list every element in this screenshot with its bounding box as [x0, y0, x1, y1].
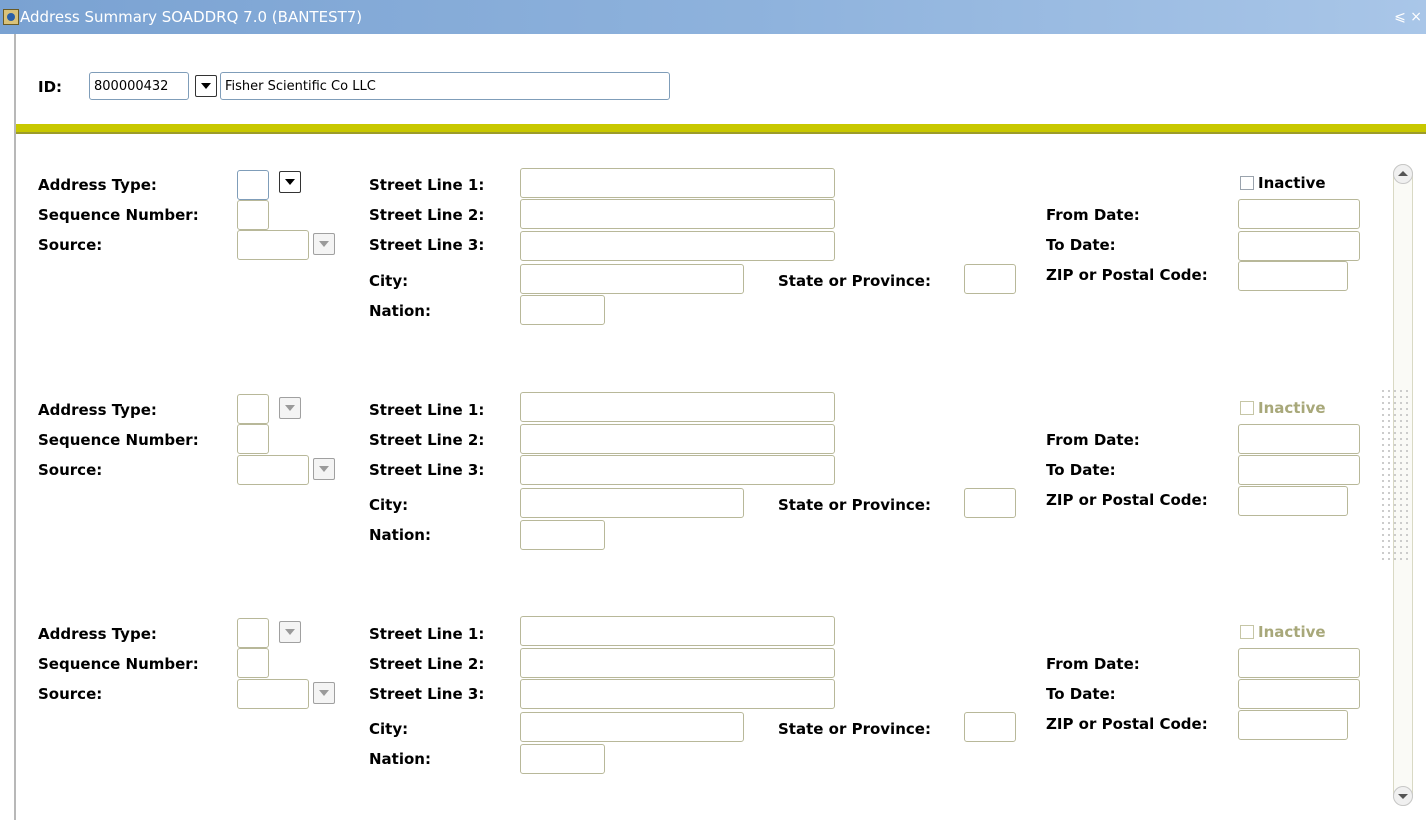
source-label: Source:	[38, 236, 103, 254]
inactive-checkbox[interactable]	[1240, 401, 1254, 415]
id-lookup-button[interactable]	[195, 75, 217, 97]
street-line-2-input[interactable]	[520, 199, 835, 229]
zip-label: ZIP or Postal Code:	[1046, 266, 1208, 284]
nation-input[interactable]	[520, 744, 605, 774]
section-divider-edge	[16, 132, 1426, 134]
section-divider	[16, 124, 1426, 132]
sequence-number-input[interactable]	[237, 424, 269, 454]
nation-label: Nation:	[369, 302, 431, 320]
inactive-checkbox[interactable]	[1240, 625, 1254, 639]
street-line-3-input[interactable]	[520, 231, 835, 261]
sequence-number-label: Sequence Number:	[38, 431, 199, 449]
source-dropdown-button[interactable]	[313, 682, 335, 704]
sequence-number-input[interactable]	[237, 648, 269, 678]
nation-label: Nation:	[369, 526, 431, 544]
from-date-input[interactable]	[1238, 648, 1360, 678]
address-type-dropdown-button[interactable]	[279, 171, 301, 193]
street-line-3-label: Street Line 3:	[369, 461, 485, 479]
city-input[interactable]	[520, 264, 744, 294]
sequence-number-label: Sequence Number:	[38, 655, 199, 673]
to-date-input[interactable]	[1238, 679, 1360, 709]
state-or-province-label: State or Province:	[778, 272, 931, 290]
city-label: City:	[369, 720, 409, 738]
state-or-province-input[interactable]	[964, 264, 1016, 294]
to-date-label: To Date:	[1046, 236, 1116, 254]
inactive-checkbox[interactable]	[1240, 176, 1254, 190]
state-or-province-input[interactable]	[964, 712, 1016, 742]
city-label: City:	[369, 496, 409, 514]
source-input[interactable]	[237, 455, 309, 485]
inactive-label: Inactive	[1258, 399, 1326, 417]
scroll-down-arrow-icon[interactable]	[1393, 786, 1413, 806]
source-dropdown-button[interactable]	[313, 233, 335, 255]
window-title: Address Summary SOADDRQ 7.0 (BANTEST7)	[20, 8, 363, 26]
from-date-label: From Date:	[1046, 431, 1140, 449]
nation-input[interactable]	[520, 520, 605, 550]
scrollbar-thumb[interactable]	[1380, 388, 1410, 564]
city-input[interactable]	[520, 712, 744, 742]
source-label: Source:	[38, 685, 103, 703]
to-date-input[interactable]	[1238, 231, 1360, 261]
street-line-1-input[interactable]	[520, 168, 835, 198]
nation-label: Nation:	[369, 750, 431, 768]
address-type-dropdown-button[interactable]	[279, 397, 301, 419]
window-title-bar: Address Summary SOADDRQ 7.0 (BANTEST7) ⩽…	[0, 0, 1426, 34]
zip-label: ZIP or Postal Code:	[1046, 715, 1208, 733]
zip-input[interactable]	[1238, 261, 1348, 291]
state-or-province-label: State or Province:	[778, 496, 931, 514]
address-type-label: Address Type:	[38, 625, 157, 643]
sequence-number-label: Sequence Number:	[38, 206, 199, 224]
form-left-border	[14, 34, 16, 820]
source-input[interactable]	[237, 679, 309, 709]
source-input[interactable]	[237, 230, 309, 260]
state-or-province-input[interactable]	[964, 488, 1016, 518]
zip-input[interactable]	[1238, 486, 1348, 516]
application-icon	[3, 9, 19, 25]
from-date-input[interactable]	[1238, 424, 1360, 454]
source-label: Source:	[38, 461, 103, 479]
city-input[interactable]	[520, 488, 744, 518]
state-or-province-label: State or Province:	[778, 720, 931, 738]
from-date-label: From Date:	[1046, 206, 1140, 224]
key-block: ID: 800000432 Fisher Scientific Co LLC	[0, 34, 1426, 124]
nation-input[interactable]	[520, 295, 605, 325]
id-label: ID:	[38, 78, 63, 96]
from-date-input[interactable]	[1238, 199, 1360, 229]
window-controls[interactable]: ⩽ ×	[1394, 0, 1422, 34]
street-line-3-input[interactable]	[520, 679, 835, 709]
street-line-1-input[interactable]	[520, 392, 835, 422]
address-type-label: Address Type:	[38, 401, 157, 419]
inactive-label: Inactive	[1258, 623, 1326, 641]
street-line-1-label: Street Line 1:	[369, 401, 485, 419]
scroll-up-arrow-icon[interactable]	[1393, 164, 1413, 184]
street-line-2-label: Street Line 2:	[369, 655, 485, 673]
address-type-dropdown-button[interactable]	[279, 621, 301, 643]
inactive-label: Inactive	[1258, 174, 1326, 192]
sequence-number-input[interactable]	[237, 200, 269, 230]
street-line-1-label: Street Line 1:	[369, 625, 485, 643]
address-type-input[interactable]	[237, 394, 269, 424]
street-line-3-label: Street Line 3:	[369, 685, 485, 703]
address-type-input[interactable]	[237, 170, 269, 200]
to-date-label: To Date:	[1046, 685, 1116, 703]
to-date-label: To Date:	[1046, 461, 1116, 479]
street-line-3-input[interactable]	[520, 455, 835, 485]
city-label: City:	[369, 272, 409, 290]
street-line-1-input[interactable]	[520, 616, 835, 646]
street-line-1-label: Street Line 1:	[369, 176, 485, 194]
street-line-3-label: Street Line 3:	[369, 236, 485, 254]
id-input[interactable]: 800000432	[89, 72, 189, 100]
id-name-field: Fisher Scientific Co LLC	[220, 72, 670, 100]
street-line-2-input[interactable]	[520, 648, 835, 678]
zip-label: ZIP or Postal Code:	[1046, 491, 1208, 509]
source-dropdown-button[interactable]	[313, 458, 335, 480]
street-line-2-input[interactable]	[520, 424, 835, 454]
address-type-input[interactable]	[237, 618, 269, 648]
zip-input[interactable]	[1238, 710, 1348, 740]
street-line-2-label: Street Line 2:	[369, 431, 485, 449]
street-line-2-label: Street Line 2:	[369, 206, 485, 224]
from-date-label: From Date:	[1046, 655, 1140, 673]
address-type-label: Address Type:	[38, 176, 157, 194]
to-date-input[interactable]	[1238, 455, 1360, 485]
